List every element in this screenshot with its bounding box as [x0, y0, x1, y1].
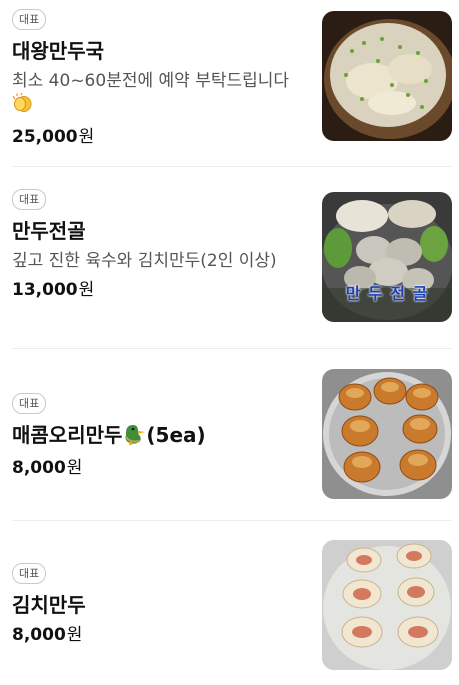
menu-item-price: 13,000원 [12, 280, 95, 300]
menu-item-description: 깊고 진한 육수와 김치만두(2인 이상) [12, 251, 277, 271]
photo-caption: 만 두 전 골 [345, 284, 429, 303]
menu-item-price: 25,000원 [12, 127, 95, 147]
menu-item-daewang-mandu-guk[interactable]: 대표 대왕만두국 최소 40~60분전에 예약 부탁드립니다 25,000원 [12, 8, 452, 148]
menu-item-price: 8,000원 [12, 625, 83, 645]
menu-item-photo[interactable] [322, 11, 452, 141]
menu-item-mandu-jeongol[interactable]: 대표 만두전골 깊고 진한 육수와 김치만두(2인 이상) 13,000원 만 … [12, 188, 452, 328]
menu-item-name: 김치만두 [12, 593, 86, 617]
menu-item-photo[interactable]: 만 두 전 골 [322, 192, 452, 322]
signature-badge: 대표 [12, 9, 47, 30]
menu-item-name: 매콤오리만두 (5ea) [12, 422, 308, 451]
signature-badge: 대표 [12, 563, 47, 584]
menu-item-kimchi-mandu[interactable]: 대표 김치만두 8,000원 [12, 540, 452, 672]
menu-item-photo[interactable] [322, 540, 452, 670]
duck-icon [122, 423, 146, 451]
divider [12, 166, 452, 167]
clapping-hands-icon [12, 92, 34, 120]
signature-badge: 대표 [12, 393, 47, 414]
signature-badge: 대표 [12, 189, 47, 210]
divider [12, 348, 452, 349]
divider [12, 520, 452, 521]
menu-item-photo[interactable] [322, 369, 452, 499]
menu-item-name: 대왕만두국 [12, 39, 104, 63]
menu-item-description: 최소 40~60분전에 예약 부탁드립니다 [12, 70, 308, 120]
menu-item-name: 만두전골 [12, 219, 86, 243]
menu-item-maekom-ori-mandu[interactable]: 대표 매콤오리만두 (5ea) 8,000원 [12, 369, 452, 502]
menu-item-price: 8,000원 [12, 458, 83, 478]
